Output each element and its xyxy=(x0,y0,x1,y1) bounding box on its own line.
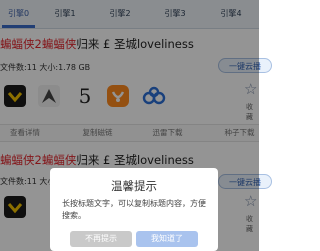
dialog-title: 温馨提示 xyxy=(111,179,157,193)
dialog-message: 长按标题文字，可以复制标题内容，方便搜索。 xyxy=(62,199,206,220)
got-it-button[interactable]: 我知道了 xyxy=(136,231,198,247)
dont-show-again-button[interactable]: 不再提示 xyxy=(70,231,132,247)
tip-dialog: 温馨提示 长按标题文字，可以复制标题内容，方便搜索。 不再提示 我知道了 xyxy=(50,168,218,251)
